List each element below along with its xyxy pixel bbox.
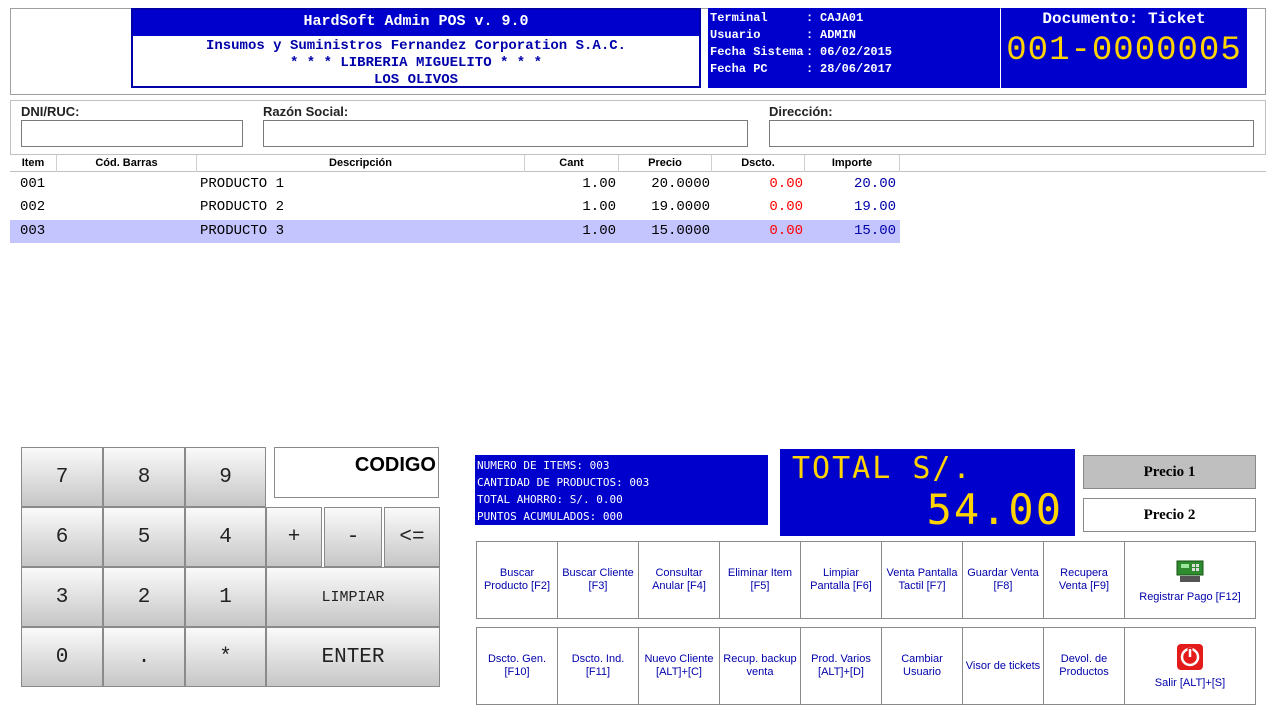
row-description: PRODUCTO 3 bbox=[200, 223, 285, 239]
col-barcode[interactable]: Cód. Barras bbox=[57, 155, 197, 172]
row-precio: 15.0000 bbox=[651, 223, 710, 239]
summary-items: NUMERO DE ITEMS: 003 bbox=[477, 459, 610, 472]
row-dscto: 0.00 bbox=[769, 223, 803, 239]
prod-varios-button[interactable]: Prod. Varios [ALT]+[D] bbox=[800, 627, 882, 705]
row-importe: 15.00 bbox=[853, 223, 896, 239]
key-3[interactable]: 3 bbox=[21, 567, 103, 627]
total-amount: 54.00 bbox=[926, 485, 1063, 534]
table-row[interactable]: 002 PRODUCTO 2 1.00 19.0000 0.00 19.00 bbox=[10, 196, 900, 219]
cash-register-icon bbox=[1176, 560, 1204, 582]
terminal-info-panel: Terminal: CAJA01 Usuario: ADMIN Fecha Sist… bbox=[708, 8, 1000, 88]
store-location: LOS OLIVOS bbox=[373, 72, 458, 88]
limpiar-pantalla-button[interactable]: Limpiar Pantalla [F6] bbox=[800, 541, 882, 619]
key-8[interactable]: 8 bbox=[103, 447, 185, 507]
salir-button[interactable]: Salir [ALT]+[S] bbox=[1124, 627, 1256, 705]
key-backspace[interactable]: <= bbox=[384, 507, 440, 567]
razon-social-field[interactable] bbox=[263, 120, 748, 147]
info-fecha-pc: Fecha PC:28/06/2017 bbox=[710, 62, 893, 76]
table-row-selected[interactable]: 003 PRODUCTO 3 1.00 15.0000 0.00 15.00 bbox=[10, 220, 900, 243]
document-panel: Documento: Ticket 001-0000005 bbox=[1001, 8, 1247, 88]
precio-1-button[interactable]: Precio 1 bbox=[1083, 455, 1256, 489]
key-2[interactable]: 2 bbox=[103, 567, 185, 627]
row-description: PRODUCTO 1 bbox=[200, 176, 285, 192]
col-dscto[interactable]: Dscto. bbox=[712, 155, 805, 172]
row-precio: 19.0000 bbox=[651, 199, 710, 215]
row-description: PRODUCTO 2 bbox=[200, 199, 285, 215]
row-item: 001 bbox=[20, 176, 46, 192]
info-terminal: Terminal: CAJA01 bbox=[710, 11, 864, 25]
eliminar-item-button[interactable]: Eliminar Item [F5] bbox=[719, 541, 801, 619]
dni-field[interactable] bbox=[21, 120, 243, 147]
key-6[interactable]: 6 bbox=[21, 507, 103, 567]
row-dscto: 0.00 bbox=[769, 199, 803, 215]
col-importe[interactable]: Importe bbox=[805, 155, 900, 172]
document-type-label: Documento: Ticket bbox=[1042, 10, 1206, 28]
razon-social-label: Razón Social: bbox=[263, 104, 349, 119]
nuevo-cliente-button[interactable]: Nuevo Cliente [ALT]+[C] bbox=[638, 627, 720, 705]
document-number: 001-0000005 bbox=[1006, 32, 1242, 70]
key-4[interactable]: 4 bbox=[185, 507, 266, 567]
dni-label: DNI/RUC: bbox=[21, 104, 80, 119]
key-5[interactable]: 5 bbox=[103, 507, 185, 567]
precio-2-button[interactable]: Precio 2 bbox=[1083, 498, 1256, 532]
sale-summary-panel: NUMERO DE ITEMS: 003 CANTIDAD DE PRODUCT… bbox=[475, 455, 768, 525]
row-cant: 1.00 bbox=[582, 176, 616, 192]
row-cant: 1.00 bbox=[582, 199, 616, 215]
recup-backup-button[interactable]: Recup. backup venta bbox=[719, 627, 801, 705]
summary-cantidad: CANTIDAD DE PRODUCTOS: 003 bbox=[477, 476, 650, 489]
key-dot[interactable]: . bbox=[103, 627, 185, 687]
codigo-label: CODIGO bbox=[354, 454, 436, 476]
key-0[interactable]: 0 bbox=[21, 627, 103, 687]
row-precio: 20.0000 bbox=[651, 176, 710, 192]
col-item[interactable]: Item bbox=[10, 155, 57, 172]
summary-puntos: PUNTOS ACUMULADOS: 000 bbox=[477, 510, 623, 523]
cambiar-usuario-button[interactable]: Cambiar Usuario bbox=[881, 627, 963, 705]
row-importe: 20.00 bbox=[853, 176, 896, 192]
row-item: 002 bbox=[20, 199, 46, 215]
key-9[interactable]: 9 bbox=[185, 447, 266, 507]
total-label: TOTAL S/. bbox=[792, 451, 973, 486]
key-7[interactable]: 7 bbox=[21, 447, 103, 507]
direccion-label: Dirección: bbox=[769, 104, 833, 119]
buscar-producto-button[interactable]: Buscar Producto [F2] bbox=[476, 541, 558, 619]
row-item: 003 bbox=[20, 223, 46, 239]
enter-button[interactable]: ENTER bbox=[266, 627, 440, 687]
row-dscto: 0.00 bbox=[769, 176, 803, 192]
visor-tickets-button[interactable]: Visor de tickets bbox=[962, 627, 1044, 705]
key-minus[interactable]: - bbox=[324, 507, 382, 567]
devol-productos-button[interactable]: Devol. de Productos bbox=[1043, 627, 1125, 705]
key-1[interactable]: 1 bbox=[185, 567, 266, 627]
codigo-input[interactable]: CODIGO bbox=[274, 447, 439, 498]
direccion-field[interactable] bbox=[769, 120, 1254, 147]
key-plus[interactable]: + bbox=[266, 507, 322, 567]
summary-ahorro: TOTAL AHORRO: S/. 0.00 bbox=[477, 493, 623, 506]
dscto-ind-button[interactable]: Dscto. Ind. [F11] bbox=[557, 627, 639, 705]
app-title: HardSoft Admin POS v. 9.0 bbox=[133, 10, 699, 36]
consultar-anular-button[interactable]: Consultar Anular [F4] bbox=[638, 541, 720, 619]
registrar-pago-button[interactable]: Registrar Pago [F12] bbox=[1124, 541, 1256, 619]
dscto-gen-button[interactable]: Dscto. Gen. [F10] bbox=[476, 627, 558, 705]
col-description[interactable]: Descripción bbox=[197, 155, 525, 172]
header-title-box: HardSoft Admin POS v. 9.0 Insumos y Sumi… bbox=[131, 8, 701, 88]
row-importe: 19.00 bbox=[853, 199, 896, 215]
info-usuario: Usuario: ADMIN bbox=[710, 28, 857, 42]
limpiar-button[interactable]: LIMPIAR bbox=[266, 567, 440, 627]
col-cant[interactable]: Cant bbox=[525, 155, 619, 172]
power-icon bbox=[1177, 643, 1203, 670]
row-cant: 1.00 bbox=[582, 223, 616, 239]
company-name: Insumos y Suministros Fernandez Corporat… bbox=[205, 38, 627, 54]
table-row[interactable]: 001 PRODUCTO 1 1.00 20.0000 0.00 20.00 bbox=[10, 173, 900, 196]
guardar-venta-button[interactable]: Guardar Venta [F8] bbox=[962, 541, 1044, 619]
items-table-header: Item Cód. Barras Descripción Cant Precio… bbox=[10, 155, 1266, 172]
buscar-cliente-button[interactable]: Buscar Cliente [F3] bbox=[557, 541, 639, 619]
venta-tactil-button[interactable]: Venta Pantalla Tactil [F7] bbox=[881, 541, 963, 619]
recupera-venta-button[interactable]: Recupera Venta [F9] bbox=[1043, 541, 1125, 619]
col-precio[interactable]: Precio bbox=[619, 155, 712, 172]
key-asterisk[interactable]: * bbox=[185, 627, 266, 687]
total-display: TOTAL S/. 54.00 bbox=[780, 449, 1075, 536]
info-fecha-sistema: Fecha Sistema:06/02/2015 bbox=[710, 45, 893, 59]
store-name: * * * LIBRERIA MIGUELITO * * * bbox=[289, 55, 543, 71]
